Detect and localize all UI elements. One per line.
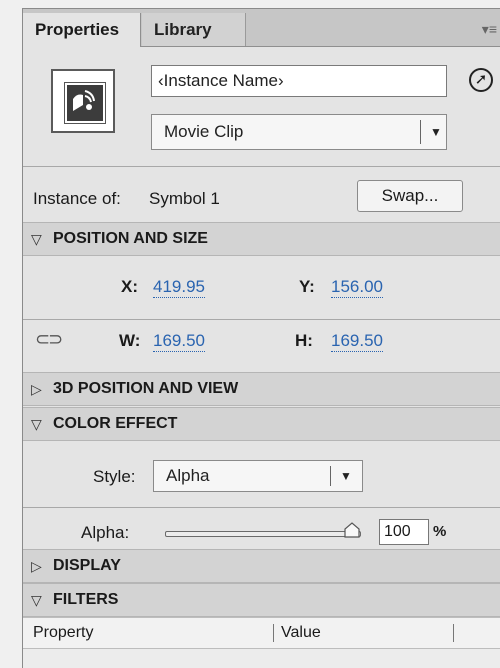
w-value[interactable]: 169.50 bbox=[153, 331, 205, 352]
section-filters[interactable]: ▽ FILTERS bbox=[23, 583, 500, 617]
y-label: Y: bbox=[299, 277, 315, 296]
color-style-select[interactable]: Alpha ▼ bbox=[153, 460, 363, 492]
tab-bar: Properties Library ▾≡ bbox=[23, 9, 500, 47]
link-constrain-icon[interactable]: ⊂⊃ bbox=[35, 329, 63, 350]
panel-menu-icon[interactable]: ▾≡ bbox=[482, 21, 497, 38]
symbol-name: Symbol 1 bbox=[149, 189, 220, 208]
instance-name-input[interactable]: ‹Instance Name› bbox=[151, 65, 447, 97]
expanded-triangle-icon: ▽ bbox=[31, 231, 42, 247]
chevron-down-icon: ▼ bbox=[340, 469, 352, 483]
color-style-value: Alpha bbox=[166, 466, 210, 485]
section-title: COLOR EFFECT bbox=[53, 415, 178, 432]
y-value[interactable]: 156.00 bbox=[331, 277, 383, 298]
column-separator bbox=[453, 624, 454, 642]
column-property[interactable]: Property bbox=[33, 618, 93, 648]
section-title: FILTERS bbox=[53, 591, 119, 608]
style-label: Style: bbox=[93, 467, 136, 486]
chevron-down-icon: ▼ bbox=[430, 125, 442, 139]
alpha-slider-track[interactable] bbox=[165, 531, 361, 537]
column-separator bbox=[273, 624, 274, 642]
symbol-thumbnail-icon bbox=[51, 69, 115, 133]
collapsed-triangle-icon: ▷ bbox=[31, 381, 42, 397]
filters-table-header: Property Value bbox=[23, 617, 500, 649]
divider bbox=[23, 507, 500, 508]
section-title: 3D POSITION AND VIEW bbox=[53, 380, 239, 397]
column-value[interactable]: Value bbox=[281, 618, 321, 648]
expanded-triangle-icon: ▽ bbox=[31, 416, 42, 432]
symbol-type-select[interactable]: Movie Clip ▼ bbox=[151, 114, 447, 150]
movie-clip-icon bbox=[73, 90, 95, 111]
alpha-label: Alpha: bbox=[81, 523, 130, 542]
tab-properties[interactable]: Properties bbox=[23, 13, 141, 47]
expanded-triangle-icon: ▽ bbox=[31, 592, 42, 608]
section-position-and-size[interactable]: ▽ POSITION AND SIZE bbox=[23, 222, 500, 256]
alpha-value-input[interactable]: 100 bbox=[379, 519, 429, 545]
h-value[interactable]: 169.50 bbox=[331, 331, 383, 352]
alpha-slider-thumb[interactable] bbox=[343, 521, 361, 539]
section-display[interactable]: ▷ DISPLAY bbox=[23, 549, 500, 583]
section-title: POSITION AND SIZE bbox=[53, 230, 208, 247]
w-label: W: bbox=[119, 331, 141, 350]
x-value[interactable]: 419.95 bbox=[153, 277, 205, 298]
tab-library[interactable]: Library bbox=[142, 13, 246, 46]
section-color-effect[interactable]: ▽ COLOR EFFECT bbox=[23, 407, 500, 441]
x-label: X: bbox=[121, 277, 138, 296]
edit-symbol-arrow-icon[interactable]: ➚ bbox=[469, 68, 493, 92]
instance-of-label: Instance of: bbox=[33, 189, 121, 208]
section-title: DISPLAY bbox=[53, 557, 121, 574]
symbol-type-value: Movie Clip bbox=[164, 122, 244, 141]
select-separator bbox=[330, 466, 331, 486]
swap-button[interactable]: Swap... bbox=[357, 180, 463, 212]
section-3d-position-and-view[interactable]: ▷ 3D POSITION AND VIEW bbox=[23, 372, 500, 406]
h-label: H: bbox=[295, 331, 313, 350]
properties-panel: Properties Library ▾≡ ‹Instance Name› ➚ … bbox=[22, 8, 500, 668]
select-separator bbox=[420, 120, 421, 144]
divider bbox=[23, 319, 500, 320]
collapsed-triangle-icon: ▷ bbox=[31, 558, 42, 574]
alpha-unit: % bbox=[433, 523, 447, 540]
filters-table-body bbox=[23, 649, 500, 668]
divider bbox=[23, 166, 500, 167]
